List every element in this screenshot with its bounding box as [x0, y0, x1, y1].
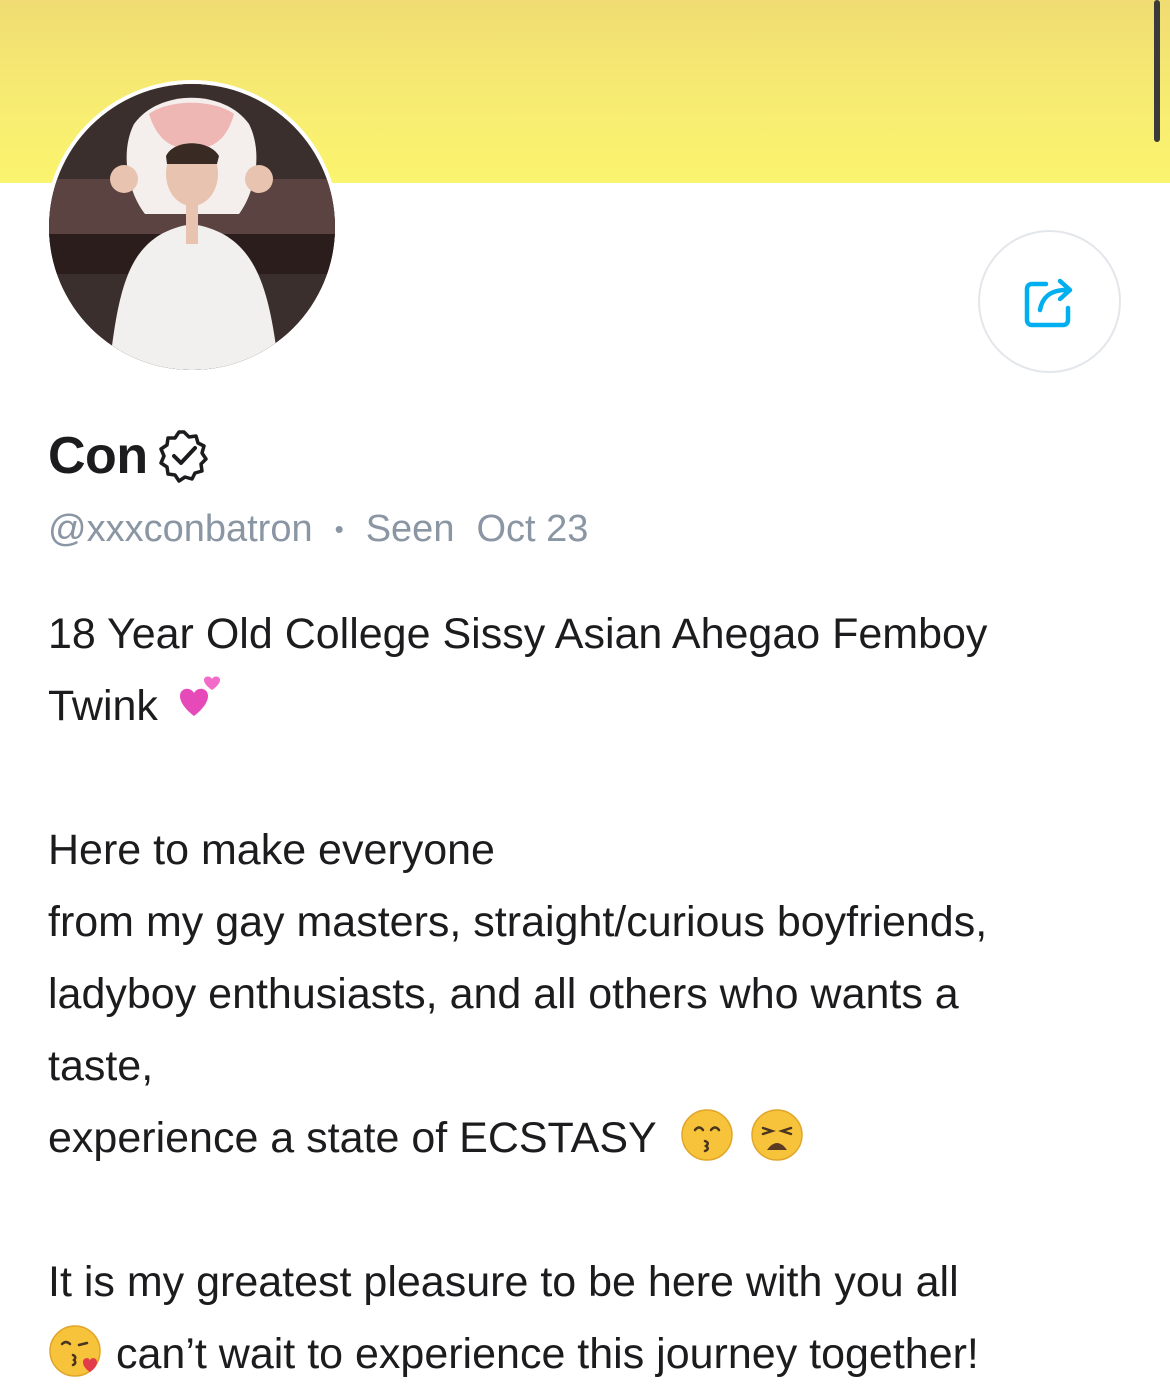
profile-name-row: Con — [48, 426, 212, 486]
bio-line: 18 Year Old College Sissy Asian Ahegao F… — [48, 610, 988, 658]
avatar[interactable] — [45, 80, 339, 374]
two-hearts-emoji — [179, 676, 220, 716]
bio-line: Twink — [48, 670, 1138, 742]
bio-spacer — [48, 742, 1138, 814]
bio-line: Here to make everyone — [48, 826, 495, 874]
last-seen-date: Oct 23 — [476, 508, 589, 550]
weary-face-emoji — [751, 1109, 803, 1161]
last-seen-label: Seen — [365, 508, 455, 550]
kissing-face-emoji — [681, 1109, 733, 1161]
bio-line: can’t wait to experience this journey to… — [48, 1318, 1138, 1390]
bio-spacer — [48, 1174, 1138, 1246]
share-icon — [1024, 278, 1072, 327]
share-button[interactable] — [978, 230, 1121, 373]
bio-line: experience a state of ECSTASY — [48, 1102, 1138, 1174]
profile-bio: 18 Year Old College Sissy Asian Ahegao F… — [48, 598, 1138, 1390]
avatar-image — [49, 84, 335, 370]
profile-handle[interactable]: @xxxconbatron — [48, 508, 313, 551]
avatar-photo — [49, 84, 335, 370]
bio-line: ladyboy enthusiasts, and all others who … — [48, 970, 959, 1018]
face-blowing-kiss-emoji — [49, 1325, 101, 1377]
bio-line: taste, — [48, 1042, 154, 1090]
profile-meta: @xxxconbatron • Seen Oct 23 — [48, 508, 588, 551]
profile-name: Con — [48, 427, 148, 485]
bio-line: from my gay masters, straight/curious bo… — [48, 898, 988, 946]
scroll-indicator[interactable] — [1154, 0, 1160, 142]
bio-line: It is my greatest pleasure to be here wi… — [48, 1258, 959, 1306]
verified-badge-icon — [158, 430, 208, 483]
meta-separator: • — [334, 514, 344, 544]
